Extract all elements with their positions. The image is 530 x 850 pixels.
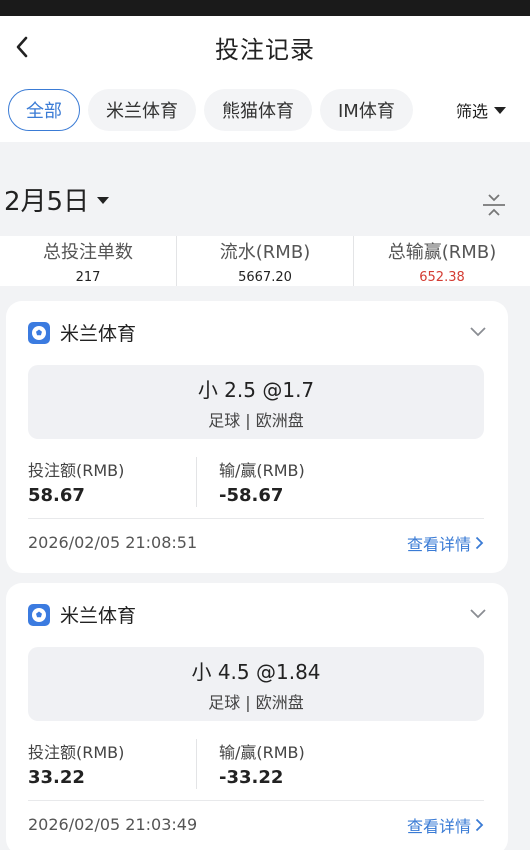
status-bar [0,0,530,16]
back-arrow-icon [16,36,28,58]
winloss-label: 输/赢(RMB) [219,461,305,480]
winloss-value: -58.67 [219,485,284,506]
stake-label: 投注额(RMB) [28,743,125,762]
bet-selection: 小 2.5 @1.7 [197,377,315,402]
bet-market: 足球 | 欧洲盘 [208,692,304,712]
bet-market: 足球 | 欧洲盘 [208,410,304,430]
bet-selection-box: 小 4.5 @1.84 足球 | 欧洲盘 [28,647,484,721]
back-button[interactable] [10,32,34,62]
summary-value: 217 [75,270,101,285]
tab-milan-sports[interactable]: 米兰体育 [88,89,196,131]
filter-label: 筛选 [456,102,489,121]
stake-metric: 投注额(RMB) 33.22 [28,739,196,789]
tab-all[interactable]: 全部 [8,89,80,131]
divider [28,518,484,519]
caret-down-icon[interactable] [97,196,110,204]
view-details-label: 查看详情 [406,817,471,836]
chevron-down-icon[interactable] [470,609,486,619]
vendor-name: 米兰体育 [60,605,137,627]
bet-card[interactable]: 米兰体育 小 4.5 @1.84 足球 | 欧洲盘 投注额(RMB) 33.22… [6,583,508,850]
summary-value: 652.38 [419,270,465,285]
summary-value: 5667.20 [238,270,292,285]
bet-card[interactable]: 米兰体育 小 2.5 @1.7 足球 | 欧洲盘 投注额(RMB) 58.67 … [6,301,508,573]
view-details-label: 查看详情 [406,535,471,554]
winloss-value: -33.22 [219,767,284,788]
soccer-ball-icon [28,321,50,344]
summary-bet-count: 总投注单数 217 [0,236,177,286]
soccer-ball-icon [28,603,50,626]
winloss-metric: 输/赢(RMB) -33.22 [196,739,364,789]
date-selector[interactable]: 2月5日 [4,181,89,218]
tab-im-sports[interactable]: IM体育 [320,89,413,131]
bet-selection: 小 4.5 @1.84 [191,659,321,684]
view-details-link[interactable]: 查看详情 [407,531,484,555]
winloss-label: 输/赢(RMB) [219,743,305,762]
stake-metric: 投注额(RMB) 58.67 [28,457,196,507]
view-details-link[interactable]: 查看详情 [407,813,484,837]
filter-button[interactable]: 筛选 [444,78,530,142]
bet-selection-box: 小 2.5 @1.7 足球 | 欧洲盘 [28,365,484,439]
page-title: 投注记录 [215,35,315,64]
top-bar: 投注记录 [0,16,530,78]
stake-value: 33.22 [28,767,85,788]
bet-time: 2026/02/05 21:03:49 [28,815,198,834]
stake-value: 58.67 [28,485,85,506]
summary-bar: 总投注单数 217 流水(RMB) 5667.20 总输赢(RMB) 652.3… [0,236,530,286]
winloss-metric: 输/赢(RMB) -58.67 [196,457,364,507]
summary-turnover: 流水(RMB) 5667.20 [177,236,354,286]
collapse-icon[interactable] [482,194,506,216]
divider [28,800,484,801]
vendor-tabs: 全部 米兰体育 熊猫体育 IM体育 筛选 [0,78,530,142]
date-selector-row: 2月5日 [0,156,530,242]
vendor-name: 米兰体育 [60,323,137,345]
chevron-right-icon [475,818,484,832]
summary-winloss: 总输赢(RMB) 652.38 [354,236,530,286]
caret-down-icon [494,106,507,114]
bet-time: 2026/02/05 21:08:51 [28,533,198,552]
chevron-right-icon [475,536,484,550]
chevron-down-icon[interactable] [470,327,486,337]
tab-panda-sports[interactable]: 熊猫体育 [204,89,312,131]
stake-label: 投注额(RMB) [28,461,125,480]
